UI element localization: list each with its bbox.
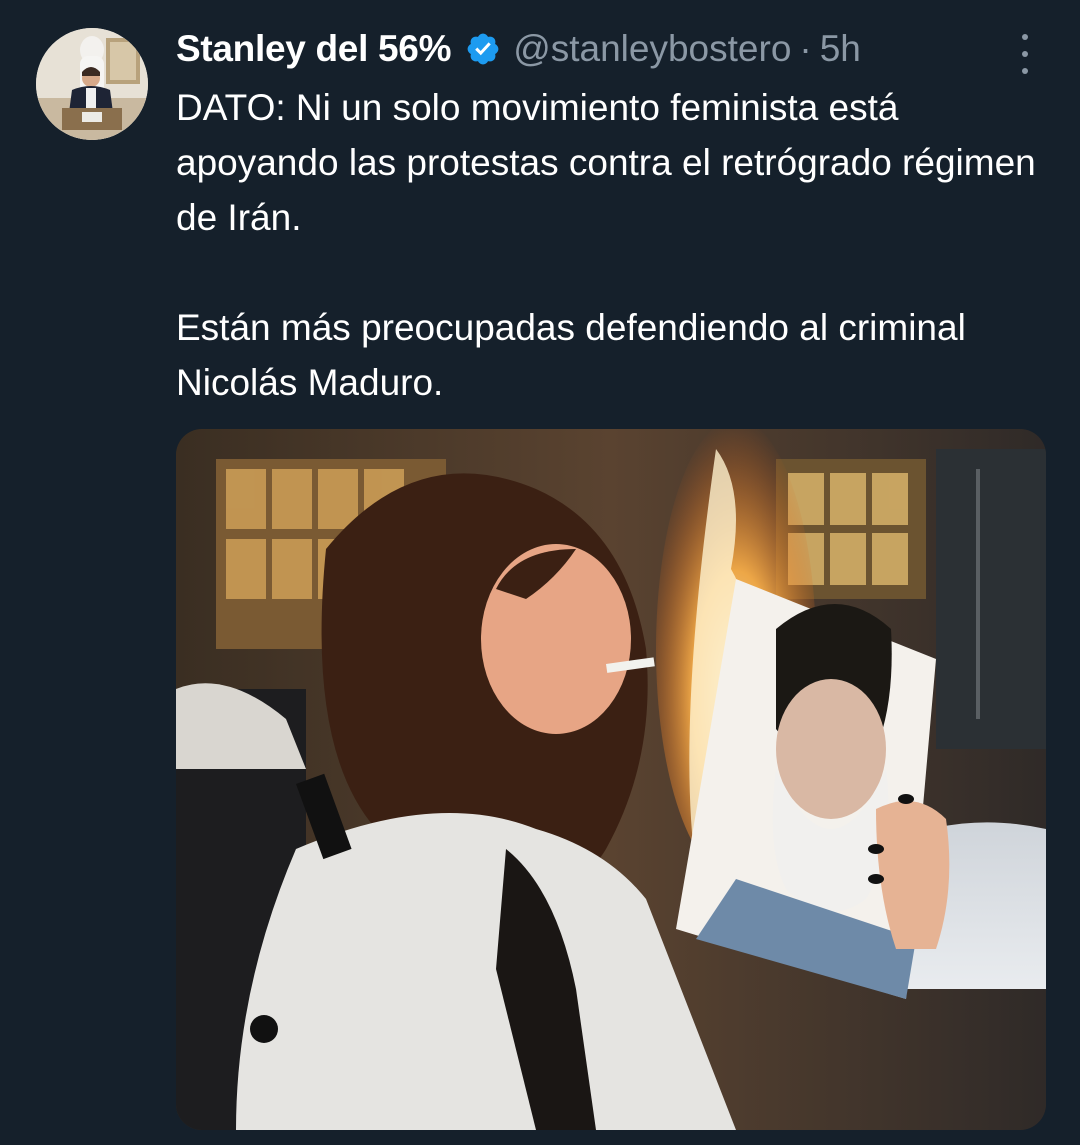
tweet-text-paragraph: Están más preocupadas defendiendo al cri…	[176, 307, 966, 403]
tweet-text: DATO: Ni un solo movimiento feminista es…	[176, 80, 1056, 410]
tweet[interactable]: Stanley del 56% @stanleybostero · 5h DAT…	[0, 0, 1080, 1145]
verified-badge-icon[interactable]	[465, 31, 501, 67]
tweet-header: Stanley del 56% @stanleybostero · 5h	[176, 24, 861, 74]
author-handle[interactable]: @stanleybostero	[513, 28, 791, 70]
more-vertical-icon[interactable]	[1010, 34, 1040, 74]
avatar[interactable]	[36, 28, 148, 140]
tweet-text-paragraph: DATO: Ni un solo movimiento feminista es…	[176, 87, 1036, 238]
separator-dot: ·	[799, 28, 812, 69]
tweet-media-photo[interactable]	[176, 429, 1046, 1130]
author-display-name[interactable]: Stanley del 56%	[176, 28, 451, 70]
tweet-timestamp[interactable]: 5h	[820, 28, 861, 70]
